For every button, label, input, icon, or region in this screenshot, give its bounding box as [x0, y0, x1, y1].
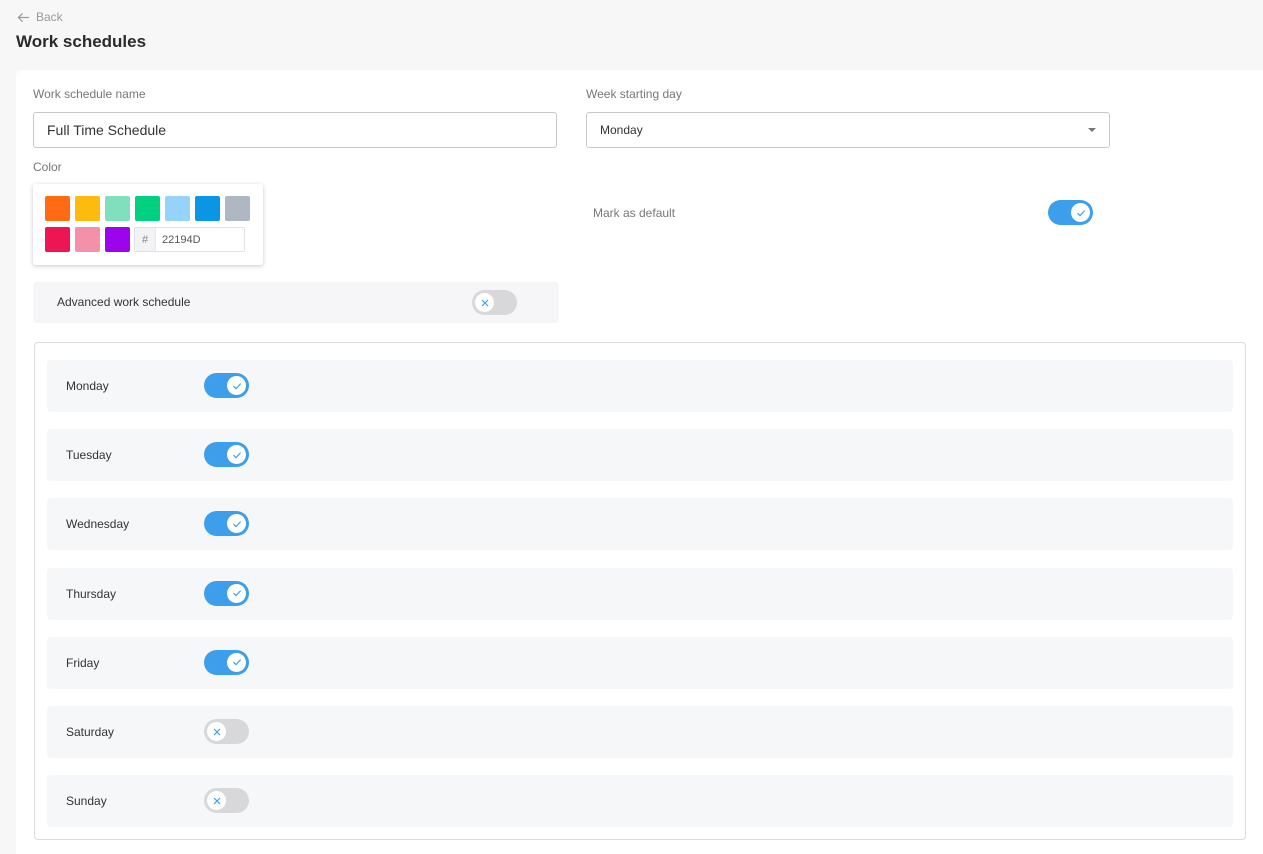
day-toggle-wednesday[interactable] [204, 511, 249, 537]
day-toggle-friday[interactable] [204, 649, 249, 675]
name-label: Work schedule name [33, 87, 146, 101]
toggle-knob [227, 514, 246, 534]
caret-down-icon [1088, 128, 1096, 132]
color-label: Color [33, 160, 62, 174]
day-row-friday: Friday [47, 636, 1233, 689]
color-swatch[interactable] [75, 227, 100, 252]
back-label: Back [36, 10, 63, 24]
check-icon [232, 659, 241, 666]
hex-field[interactable]: # [134, 227, 245, 252]
toggle-knob [207, 722, 226, 741]
color-swatch[interactable] [165, 196, 190, 221]
day-row-sunday: Sunday [47, 775, 1233, 828]
toggle-knob [227, 583, 246, 603]
color-swatch[interactable] [75, 196, 100, 221]
check-icon [1076, 209, 1085, 216]
day-row-wednesday: Wednesday [47, 498, 1233, 551]
day-label: Thursday [66, 586, 117, 601]
hash-prefix: # [135, 228, 156, 251]
check-icon [232, 382, 241, 389]
mark-default-label: Mark as default [593, 206, 676, 220]
x-icon [213, 728, 220, 735]
color-palette: # [33, 184, 263, 265]
week-start-select[interactable]: Monday [586, 112, 1110, 148]
toggle-knob [227, 376, 246, 395]
day-label: Saturday [66, 725, 115, 739]
day-row-tuesday: Tuesday [47, 429, 1233, 482]
schedule-name-input[interactable] [33, 112, 557, 148]
toggle-knob [1071, 203, 1090, 222]
color-swatch[interactable] [105, 196, 130, 221]
day-toggle-sunday[interactable] [204, 788, 249, 814]
advanced-schedule-toggle[interactable] [472, 290, 517, 315]
day-row-thursday: Thursday [47, 567, 1233, 620]
days-list: Monday Tuesday Wednesday Thursday Friday Satu… [34, 342, 1246, 840]
day-toggle-monday[interactable] [204, 373, 249, 398]
toggle-knob [227, 445, 246, 465]
check-icon [232, 451, 241, 459]
hex-input[interactable] [156, 233, 242, 246]
day-row-saturday: Saturday [47, 706, 1233, 758]
color-swatch[interactable] [105, 227, 130, 252]
day-toggle-thursday[interactable] [204, 580, 249, 606]
day-label: Tuesday [66, 448, 112, 463]
arrow-left-icon [17, 12, 30, 22]
day-toggle-tuesday[interactable] [204, 442, 249, 468]
day-label: Monday [66, 379, 109, 393]
color-swatch[interactable] [225, 196, 250, 221]
toggle-knob [207, 791, 226, 811]
x-icon [213, 797, 220, 805]
day-label: Friday [66, 655, 100, 670]
day-toggle-saturday[interactable] [204, 719, 249, 744]
day-label: Wednesday [66, 517, 130, 532]
toggle-knob [227, 652, 246, 672]
week-start-label: Week starting day [586, 87, 682, 101]
advanced-schedule-label: Advanced work schedule [57, 295, 191, 309]
color-swatch[interactable] [45, 227, 70, 252]
check-icon [232, 521, 241, 528]
advanced-schedule-row: Advanced work schedule [33, 282, 559, 323]
day-row-monday: Monday [47, 360, 1233, 412]
back-link[interactable]: Back [17, 10, 63, 24]
mark-default-toggle[interactable] [1048, 200, 1093, 225]
week-start-value: Monday [600, 123, 643, 137]
check-icon [232, 590, 241, 597]
page-title: Work schedules [16, 32, 147, 51]
toggle-knob [475, 293, 494, 312]
day-label: Sunday [66, 794, 107, 809]
x-icon [481, 299, 488, 306]
schedule-form-card: Work schedule name Week starting day Mon… [16, 70, 1263, 854]
color-swatch[interactable] [195, 196, 220, 221]
color-swatch[interactable] [45, 196, 70, 221]
color-swatch[interactable] [135, 196, 160, 221]
